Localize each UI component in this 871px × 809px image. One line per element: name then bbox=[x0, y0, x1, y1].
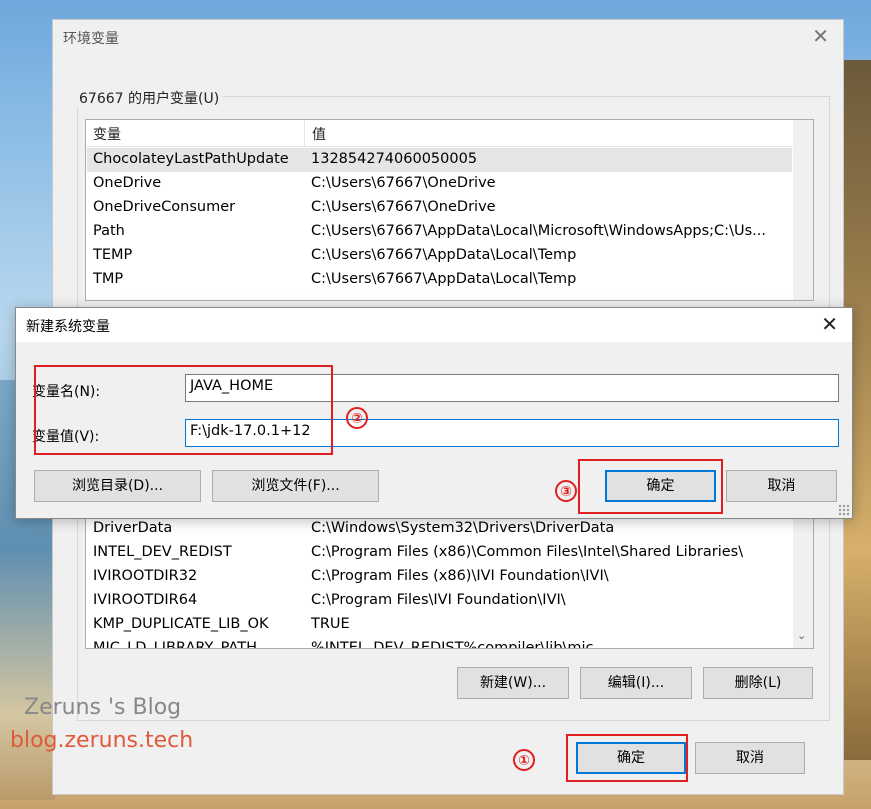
user-vars-scrollbar[interactable] bbox=[793, 120, 813, 300]
var-name: OneDrive bbox=[93, 175, 162, 191]
system-var-row[interactable]: KMP_DUPLICATE_LIB_OK TRUE bbox=[87, 613, 792, 637]
var-name: Path bbox=[93, 223, 125, 239]
var-value: C:\Program Files (x86)\IVI Foundation\IV… bbox=[311, 568, 609, 584]
var-name: IVIROOTDIR64 bbox=[93, 592, 198, 608]
resize-grip-icon[interactable] bbox=[838, 504, 850, 516]
new-system-var-button[interactable]: 新建(W)... bbox=[457, 667, 569, 699]
user-vars-header: 变量 值 bbox=[86, 120, 793, 147]
edit-system-var-button[interactable]: 编辑(I)... bbox=[580, 667, 692, 699]
watermark-title: Zeruns 's Blog bbox=[24, 695, 182, 720]
user-vars-group-label: 67667 的用户变量(U) bbox=[75, 88, 224, 108]
annotation-box-fields bbox=[34, 365, 333, 455]
dialog-close-icon[interactable]: ✕ bbox=[821, 314, 838, 334]
user-vars-list[interactable]: 变量 值 ChocolateyLastPathUpdate 1328542740… bbox=[85, 119, 814, 301]
var-name: INTEL_DEV_REDIST bbox=[93, 544, 232, 560]
column-header-variable[interactable]: 变量 bbox=[93, 124, 121, 144]
dialog-cancel-button[interactable]: 取消 bbox=[726, 470, 837, 502]
var-name: MIC_LD_LIBRARY_PATH bbox=[93, 640, 257, 649]
browse-directory-button[interactable]: 浏览目录(D)... bbox=[34, 470, 201, 502]
var-value: C:\Users\67667\OneDrive bbox=[311, 199, 496, 215]
browse-file-button[interactable]: 浏览文件(F)... bbox=[212, 470, 379, 502]
main-close-icon[interactable]: ✕ bbox=[812, 26, 829, 46]
scroll-down-icon[interactable]: ⌄ bbox=[797, 629, 806, 642]
var-name: ChocolateyLastPathUpdate bbox=[93, 151, 289, 167]
dialog-titlebar: 新建系统变量 ✕ bbox=[16, 308, 852, 342]
var-value: C:\Users\67667\OneDrive bbox=[311, 175, 496, 191]
column-separator bbox=[304, 120, 305, 146]
var-value: TRUE bbox=[311, 616, 350, 632]
annotation-box-main-ok bbox=[566, 734, 688, 782]
var-name: TMP bbox=[93, 271, 124, 287]
var-value: C:\Users\67667\AppData\Local\Temp bbox=[311, 247, 577, 263]
column-header-value[interactable]: 值 bbox=[312, 124, 326, 144]
system-var-row[interactable]: INTEL_DEV_REDIST C:\Program Files (x86)\… bbox=[87, 541, 792, 565]
var-value: C:\Users\67667\AppData\Local\Microsoft\W… bbox=[311, 223, 766, 239]
delete-system-var-button[interactable]: 删除(L) bbox=[703, 667, 813, 699]
system-var-row[interactable]: IVIROOTDIR32 C:\Program Files (x86)\IVI … bbox=[87, 565, 792, 589]
var-value: C:\Program Files (x86)\Common Files\Inte… bbox=[311, 544, 744, 560]
user-var-row[interactable]: TEMP C:\Users\67667\AppData\Local\Temp bbox=[87, 244, 792, 268]
main-window-title: 环境变量 bbox=[63, 31, 119, 47]
user-var-row[interactable]: Path C:\Users\67667\AppData\Local\Micros… bbox=[87, 220, 792, 244]
system-var-row[interactable]: IVIROOTDIR64 C:\Program Files\IVI Founda… bbox=[87, 589, 792, 613]
var-value: C:\Program Files\IVI Foundation\IVI\ bbox=[311, 592, 566, 608]
var-value: C:\Users\67667\AppData\Local\Temp bbox=[311, 271, 577, 287]
var-name: TEMP bbox=[93, 247, 133, 263]
annotation-box-dialog-ok bbox=[578, 459, 723, 514]
annotation-number-two: ② bbox=[346, 407, 368, 429]
system-var-row[interactable]: DriverData C:\Windows\System32\Drivers\D… bbox=[87, 517, 792, 541]
annotation-number-one: ① bbox=[513, 749, 535, 771]
user-var-row[interactable]: ChocolateyLastPathUpdate 132854274060050… bbox=[87, 148, 792, 172]
watermark-url: blog.zeruns.tech bbox=[10, 728, 194, 753]
system-var-row[interactable]: MIC_LD_LIBRARY_PATH %INTEL_DEV_REDIST%co… bbox=[87, 637, 792, 649]
var-name: DriverData bbox=[93, 520, 173, 536]
var-value: 132854274060050005 bbox=[311, 151, 478, 167]
main-cancel-button[interactable]: 取消 bbox=[695, 742, 805, 774]
dialog-title: 新建系统变量 bbox=[26, 319, 110, 335]
var-value: %INTEL_DEV_REDIST%compiler\lib\mic bbox=[311, 640, 594, 649]
user-var-row[interactable]: OneDrive C:\Users\67667\OneDrive bbox=[87, 172, 792, 196]
var-name: OneDriveConsumer bbox=[93, 199, 236, 215]
var-name: KMP_DUPLICATE_LIB_OK bbox=[93, 616, 269, 632]
main-titlebar: 环境变量 ✕ bbox=[53, 20, 843, 54]
annotation-number-three: ③ bbox=[555, 480, 577, 502]
user-var-row[interactable]: TMP C:\Users\67667\AppData\Local\Temp bbox=[87, 268, 792, 292]
var-name: IVIROOTDIR32 bbox=[93, 568, 198, 584]
user-var-row[interactable]: OneDriveConsumer C:\Users\67667\OneDrive bbox=[87, 196, 792, 220]
var-value: C:\Windows\System32\Drivers\DriverData bbox=[311, 520, 615, 536]
